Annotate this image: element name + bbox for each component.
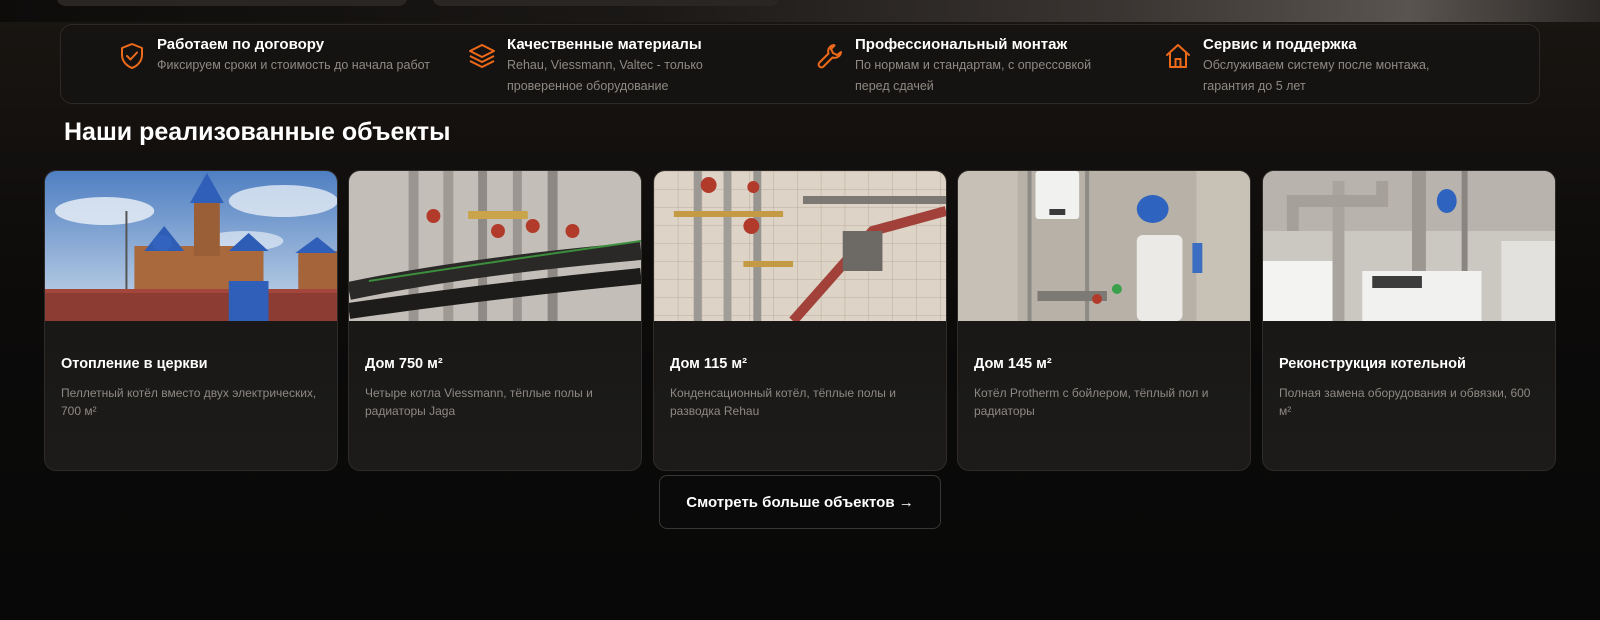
hero-button-right[interactable] <box>432 0 780 6</box>
layers-icon <box>467 41 497 71</box>
feature-title: Сервис и поддержка <box>1203 36 1357 53</box>
project-card[interactable]: Дом 145 м² Котёл Protherm с бойлером, тё… <box>957 170 1251 471</box>
feature-materials: Качественные материалы Rehau, Viessmann,… <box>467 35 767 97</box>
project-photo-boiler-room <box>349 171 641 321</box>
see-more-projects-button[interactable]: Смотреть больше объектов → <box>659 475 941 529</box>
project-photo-tiled-pipes <box>654 171 946 321</box>
project-title: Дом 750 м² <box>365 356 443 372</box>
shield-check-icon <box>117 41 147 71</box>
feature-contract: Работаем по договору Фиксируем сроки и с… <box>117 35 447 76</box>
feature-title: Качественные материалы <box>507 36 702 53</box>
project-title: Реконструкция котельной <box>1279 356 1466 372</box>
feature-desc: Обслуживаем систему после монтажа, гаран… <box>1203 58 1430 93</box>
project-desc: Конденсационный котёл, тёплые полы и раз… <box>670 386 896 418</box>
feature-desc: Rehau, Viessmann, Valtec - только провер… <box>507 58 703 93</box>
project-desc: Четыре котла Viessmann, тёплые полы и ра… <box>365 386 593 418</box>
wrench-icon <box>815 41 845 71</box>
project-card[interactable]: Дом 115 м² Конденсационный котёл, тёплые… <box>653 170 947 471</box>
feature-installation: Профессиональный монтаж По нормам и стан… <box>815 35 1115 97</box>
features-panel: Работаем по договору Фиксируем сроки и с… <box>60 24 1540 104</box>
feature-title: Профессиональный монтаж <box>855 36 1068 53</box>
project-title: Дом 115 м² <box>670 356 747 372</box>
hero-button-left[interactable] <box>56 0 408 6</box>
project-photo-boiler-tank <box>958 171 1250 321</box>
house-icon <box>1163 41 1193 71</box>
project-desc: Котёл Protherm с бойлером, тёплый пол и … <box>974 386 1209 418</box>
project-card[interactable]: Дом 750 м² Четыре котла Viessmann, тёплы… <box>348 170 642 471</box>
feature-title: Работаем по договору <box>157 36 325 53</box>
feature-service: Сервис и поддержка Обслуживаем систему п… <box>1163 35 1473 97</box>
feature-desc: По нормам и стандартам, с опрессовкой пе… <box>855 58 1092 93</box>
feature-desc: Фиксируем сроки и стоимость до начала ра… <box>157 58 431 72</box>
project-title: Отопление в церкви <box>61 356 208 372</box>
project-card[interactable]: Реконструкция котельной Полная замена об… <box>1262 170 1556 471</box>
section-title: Наши реализованные объекты <box>64 118 451 146</box>
project-title: Дом 145 м² <box>974 356 1052 372</box>
page: Работаем по договору Фиксируем сроки и с… <box>0 0 1600 620</box>
project-photo-reconstruction <box>1263 171 1555 321</box>
project-card[interactable]: Отопление в церкви Пеллетный котёл вмест… <box>44 170 338 471</box>
project-photo-church <box>45 171 337 321</box>
project-desc: Пеллетный котёл вместо двух электрически… <box>61 386 317 418</box>
project-desc: Полная замена оборудования и обвязки, 60… <box>1279 386 1531 418</box>
